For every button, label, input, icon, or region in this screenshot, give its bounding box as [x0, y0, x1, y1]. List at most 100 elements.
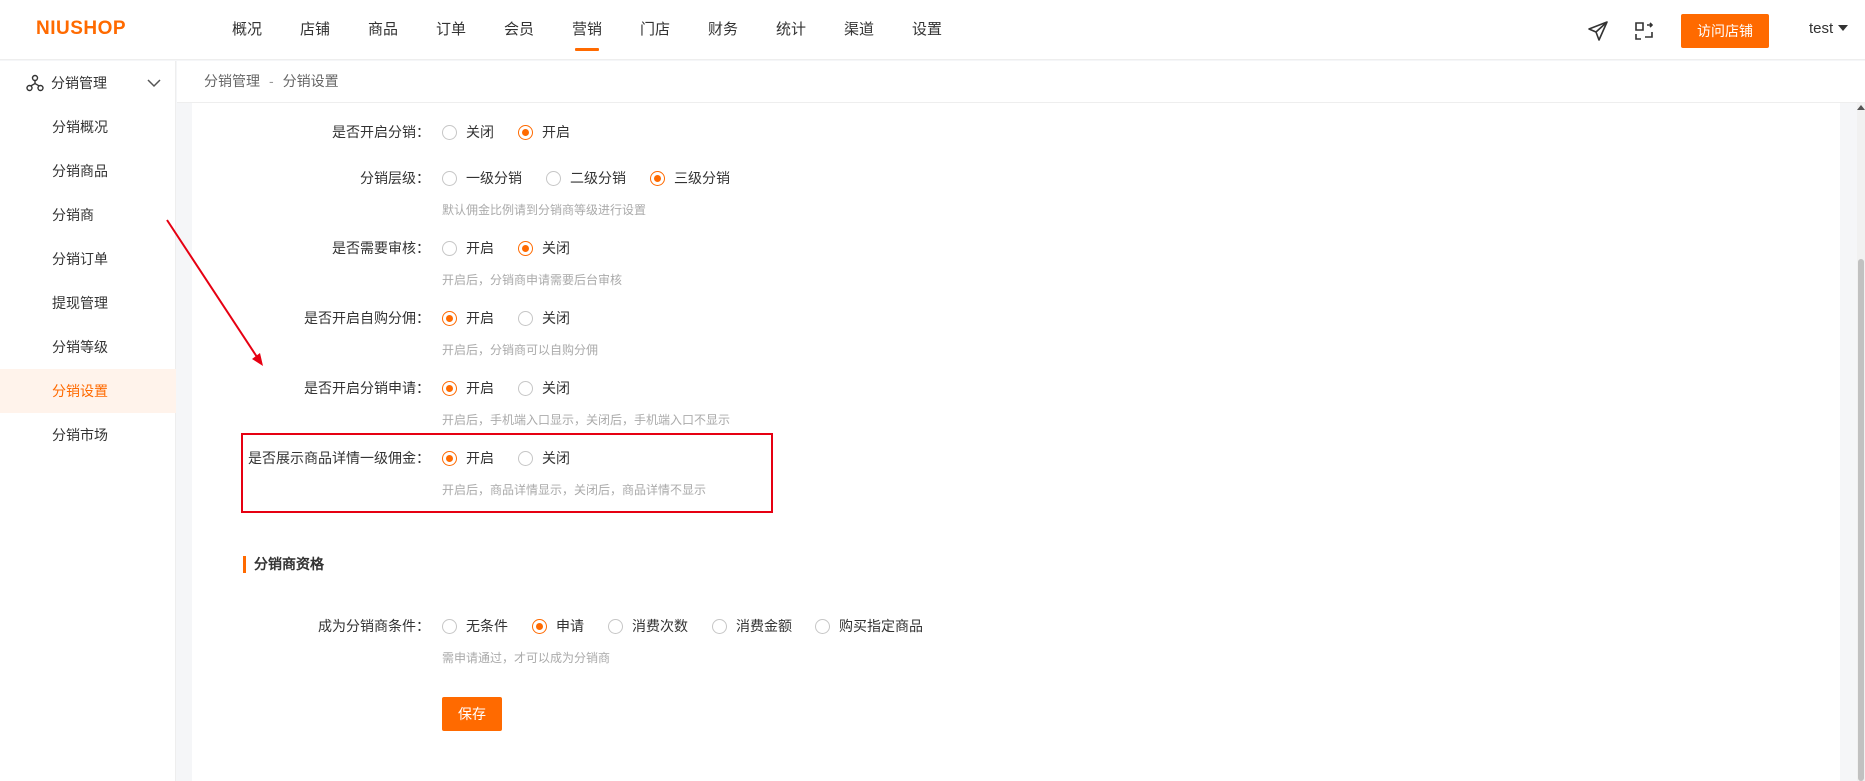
radio-label: 消费金额 [736, 618, 792, 634]
condition-goods-radio[interactable]: 购买指定商品 [815, 616, 923, 636]
sidebar: 分销管理 分销概况 分销商品 分销商 分销订单 提现管理 分销等级 分销设置 分… [0, 61, 176, 781]
sidebar-item-settings[interactable]: 分销设置 [0, 369, 176, 413]
qualification-section-title: 分销商资格 [243, 556, 324, 573]
level-one-radio[interactable]: 一级分销 [442, 168, 522, 188]
breadcrumb: 分销管理 - 分销设置 [177, 61, 1865, 103]
scroll-up-icon[interactable] [1857, 105, 1865, 110]
sidebar-item-goods[interactable]: 分销商品 [0, 149, 176, 193]
radio-label: 开启 [466, 380, 494, 396]
apply-enabled-off[interactable]: 关闭 [518, 378, 570, 398]
radio-checked-icon [518, 240, 533, 256]
nav-item-settings[interactable]: 设置 [893, 0, 961, 60]
radio-icon [712, 618, 727, 634]
radio-label: 关闭 [542, 310, 570, 326]
sidebar-item-market[interactable]: 分销市场 [0, 413, 176, 457]
enable-distribution-on[interactable]: 开启 [518, 122, 570, 142]
radio-icon [442, 240, 457, 256]
radio-icon [442, 124, 457, 140]
breadcrumb-separator: - [269, 73, 274, 89]
sidebar-item-distributors[interactable]: 分销商 [0, 193, 176, 237]
switch-icon[interactable] [1633, 20, 1655, 42]
apply-enabled-hint: 开启后，手机端入口显示，关闭后，手机端入口不显示 [442, 413, 731, 427]
nav-item-members[interactable]: 会员 [485, 0, 553, 60]
radio-icon [815, 618, 830, 634]
breadcrumb-item[interactable]: 分销管理 [204, 73, 260, 89]
radio-checked-icon [532, 618, 547, 634]
radio-label: 开启 [542, 124, 570, 140]
level-three-radio[interactable]: 三级分销 [650, 168, 730, 188]
condition-apply-radio[interactable]: 申请 [532, 616, 584, 636]
radio-label: 开启 [466, 240, 494, 256]
apply-enabled-label: 是否开启分销申请： [304, 380, 430, 396]
radio-label: 消费次数 [632, 618, 688, 634]
user-name: test [1809, 20, 1834, 37]
radio-label: 二级分销 [570, 170, 626, 186]
nav-item-marketing[interactable]: 营销 [553, 0, 621, 60]
sidebar-item-withdrawals[interactable]: 提现管理 [0, 281, 176, 325]
nav-item-overview[interactable]: 概况 [213, 0, 281, 60]
level-two-radio[interactable]: 二级分销 [546, 168, 626, 188]
condition-label: 成为分销商条件： [318, 618, 430, 634]
radio-icon [608, 618, 623, 634]
radio-label: 申请 [556, 618, 584, 634]
self-purchase-on[interactable]: 开启 [442, 308, 494, 328]
sidebar-group-header[interactable]: 分销管理 [0, 61, 176, 105]
paper-plane-icon[interactable] [1587, 20, 1609, 42]
need-review-off[interactable]: 关闭 [518, 238, 570, 258]
save-button[interactable]: 保存 [442, 697, 502, 731]
nav-item-store[interactable]: 店铺 [281, 0, 349, 60]
nav-item-goods[interactable]: 商品 [349, 0, 417, 60]
nav-item-channels[interactable]: 渠道 [825, 0, 893, 60]
annotation-arrow-icon [166, 219, 263, 366]
radio-icon [442, 170, 457, 186]
sidebar-item-levels[interactable]: 分销等级 [0, 325, 176, 369]
radio-label: 关闭 [542, 380, 570, 396]
chevron-down-icon [147, 79, 161, 88]
radio-icon [546, 170, 561, 186]
scroll-thumb[interactable] [1858, 259, 1864, 781]
radio-label: 购买指定商品 [839, 618, 923, 634]
need-review-hint: 开启后，分销商申请需要后台审核 [442, 273, 623, 287]
radio-checked-icon [442, 380, 457, 396]
enable-distribution-label: 是否开启分销： [332, 124, 430, 140]
apply-enabled-on[interactable]: 开启 [442, 378, 494, 398]
radio-icon [518, 310, 533, 326]
condition-amount-radio[interactable]: 消费金额 [712, 616, 792, 636]
main-nav: 概况 店铺 商品 订单 会员 营销 门店 财务 统计 渠道 设置 [213, 0, 961, 60]
sidebar-group-label: 分销管理 [51, 75, 107, 91]
nav-item-stats[interactable]: 统计 [757, 0, 825, 60]
radio-label: 开启 [466, 310, 494, 326]
radio-label: 无条件 [466, 618, 508, 634]
need-review-on[interactable]: 开启 [442, 238, 494, 258]
user-menu[interactable]: test [1809, 20, 1849, 37]
distribution-level-hint: 默认佣金比例请到分销商等级进行设置 [442, 203, 647, 217]
breadcrumb-item-current: 分销设置 [282, 73, 339, 89]
radio-checked-icon [650, 170, 665, 186]
enable-distribution-off[interactable]: 关闭 [442, 122, 494, 142]
self-purchase-off[interactable]: 关闭 [518, 308, 570, 328]
radio-label: 一级分销 [466, 170, 522, 186]
radio-icon [442, 618, 457, 634]
nav-item-shops[interactable]: 门店 [621, 0, 689, 60]
radio-checked-icon [442, 310, 457, 326]
condition-none-radio[interactable]: 无条件 [442, 616, 508, 636]
radio-label: 关闭 [542, 240, 570, 256]
condition-hint: 需申请通过，才可以成为分销商 [442, 651, 611, 665]
radio-label: 关闭 [466, 124, 494, 140]
sidebar-item-overview[interactable]: 分销概况 [0, 105, 176, 149]
self-purchase-hint: 开启后，分销商可以自购分佣 [442, 343, 599, 357]
page-scrollbar[interactable] [1857, 103, 1865, 781]
nav-item-finance[interactable]: 财务 [689, 0, 757, 60]
hierarchy-icon [26, 74, 44, 92]
sidebar-item-orders[interactable]: 分销订单 [0, 237, 176, 281]
nav-item-orders[interactable]: 订单 [417, 0, 485, 60]
top-bar: NIUSHOP 概况 店铺 商品 订单 会员 营销 门店 财务 统计 渠道 设置… [0, 0, 1865, 60]
visit-store-button[interactable]: 访问店铺 [1681, 14, 1769, 48]
radio-label: 三级分销 [674, 170, 730, 186]
caret-down-icon [1838, 25, 1849, 31]
condition-times-radio[interactable]: 消费次数 [608, 616, 688, 636]
self-purchase-label: 是否开启自购分佣： [304, 310, 430, 326]
distribution-level-label: 分销层级： [360, 170, 430, 186]
logo[interactable]: NIUSHOP [36, 18, 126, 40]
radio-icon [518, 380, 533, 396]
